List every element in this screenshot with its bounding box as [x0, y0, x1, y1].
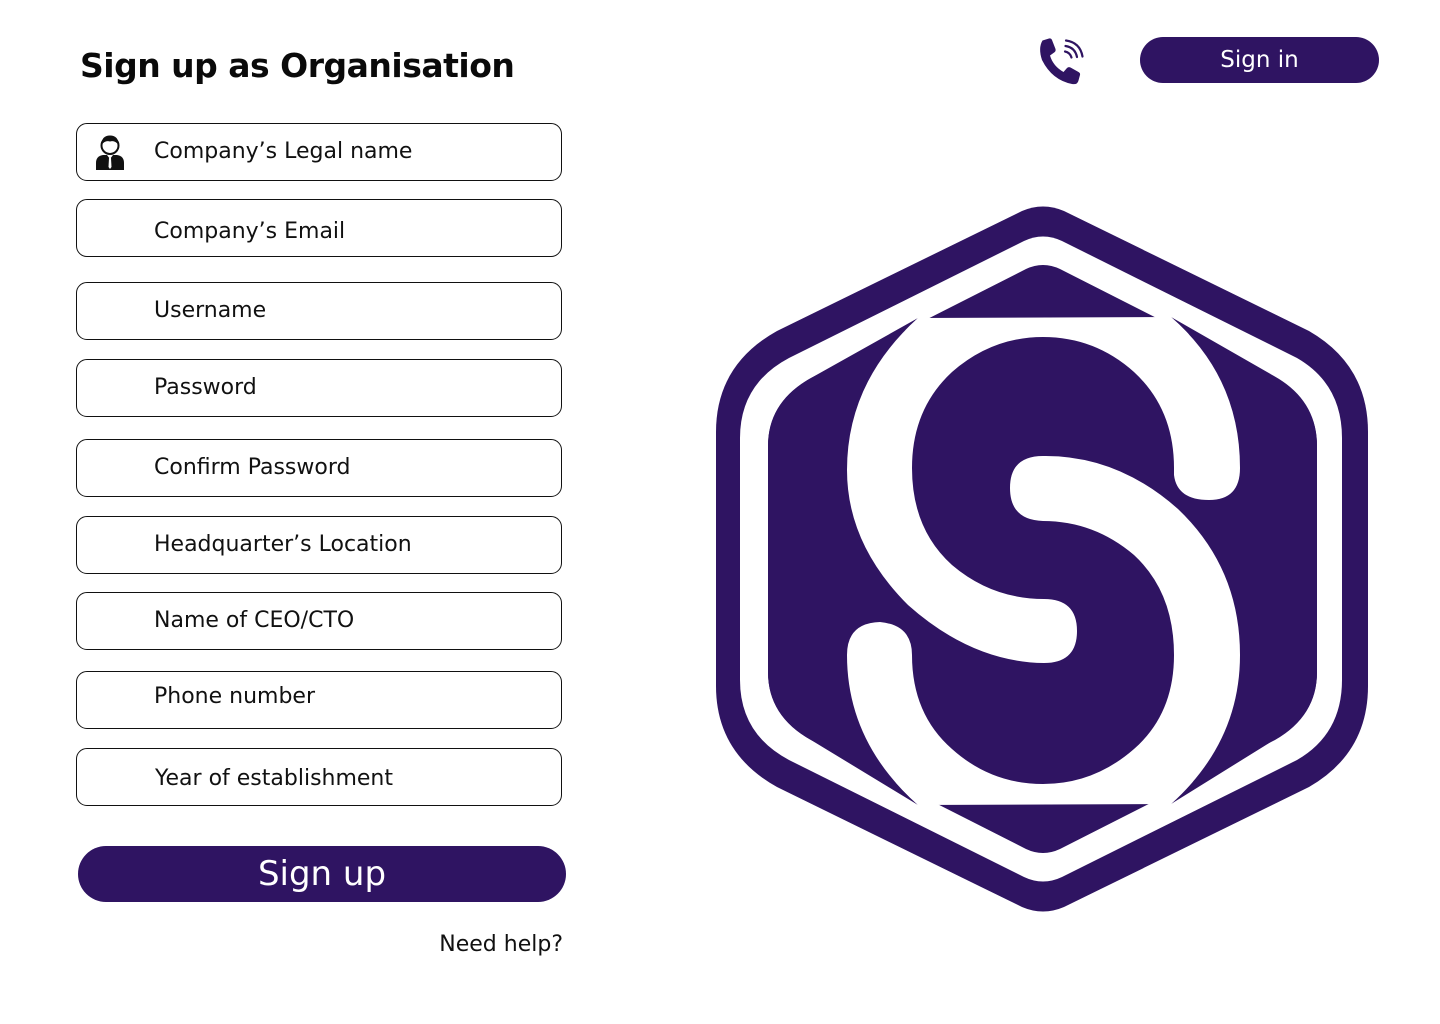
company-legal-name-input[interactable]: [154, 124, 544, 179]
username-input[interactable]: [154, 283, 544, 338]
brand-logo: [716, 206, 1368, 912]
company-email-field[interactable]: [76, 199, 562, 259]
company-legal-name-field[interactable]: [76, 123, 562, 181]
phone-button[interactable]: [1036, 36, 1090, 90]
user-icon: [96, 135, 124, 170]
page-title: Sign up as Organisation: [80, 46, 515, 85]
sign-up-button[interactable]: Sign up: [78, 846, 566, 902]
username-field[interactable]: [76, 282, 562, 340]
sign-in-button[interactable]: Sign in: [1140, 37, 1379, 83]
password-input[interactable]: [154, 360, 544, 415]
company-email-input[interactable]: [154, 204, 544, 259]
ceo-cto-name-input[interactable]: [154, 593, 544, 648]
confirm-password-input[interactable]: [154, 440, 544, 495]
phone-number-field[interactable]: [76, 669, 562, 729]
year-of-establishment-input[interactable]: [155, 751, 545, 806]
phone-number-input[interactable]: [154, 669, 544, 724]
headquarter-location-field[interactable]: [76, 516, 562, 574]
confirm-password-field[interactable]: [76, 439, 562, 497]
password-field[interactable]: [76, 359, 562, 417]
phone-icon: [1040, 38, 1084, 85]
need-help-link[interactable]: Need help?: [439, 932, 563, 957]
ceo-cto-name-field[interactable]: [76, 592, 562, 650]
headquarter-location-input[interactable]: [154, 517, 544, 572]
year-of-establishment-field[interactable]: [76, 748, 562, 806]
